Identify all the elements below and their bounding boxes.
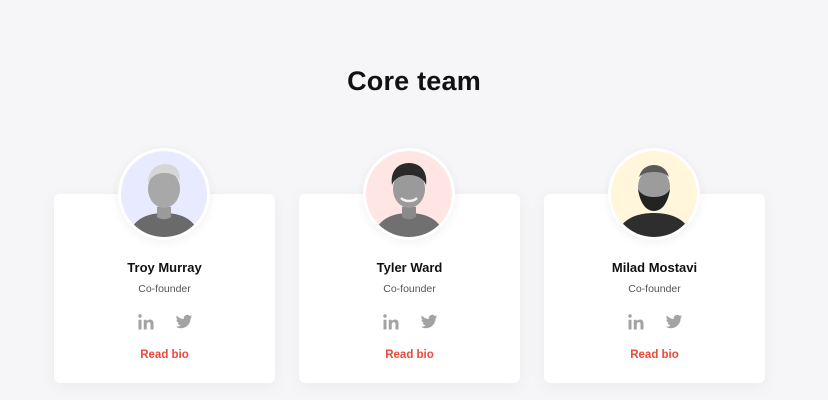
member-role: Co-founder: [138, 283, 191, 295]
avatar: [608, 148, 700, 240]
member-role: Co-founder: [383, 283, 436, 295]
twitter-icon[interactable]: [665, 313, 683, 331]
avatar: [118, 148, 210, 240]
social-links: [54, 313, 275, 331]
social-links: [544, 313, 765, 331]
linkedin-icon[interactable]: [137, 313, 155, 331]
avatar-photo: [366, 151, 452, 237]
member-name: Tyler Ward: [376, 260, 443, 275]
twitter-icon[interactable]: [420, 313, 438, 331]
team-section: Core team Troy Murray Co-founder Read bi…: [0, 0, 828, 400]
member-name: Troy Murray: [127, 260, 202, 275]
read-bio-link[interactable]: Read bio: [299, 349, 520, 361]
linkedin-icon[interactable]: [627, 313, 645, 331]
avatar-photo: [611, 151, 697, 237]
social-links: [299, 313, 520, 331]
member-name: Milad Mostavi: [611, 260, 698, 275]
avatar: [363, 148, 455, 240]
read-bio-link[interactable]: Read bio: [54, 349, 275, 361]
read-bio-link[interactable]: Read bio: [544, 349, 765, 361]
avatar-photo: [121, 151, 207, 237]
linkedin-icon[interactable]: [382, 313, 400, 331]
section-title: Core team: [347, 66, 481, 96]
twitter-icon[interactable]: [175, 313, 193, 331]
member-role: Co-founder: [628, 283, 681, 295]
